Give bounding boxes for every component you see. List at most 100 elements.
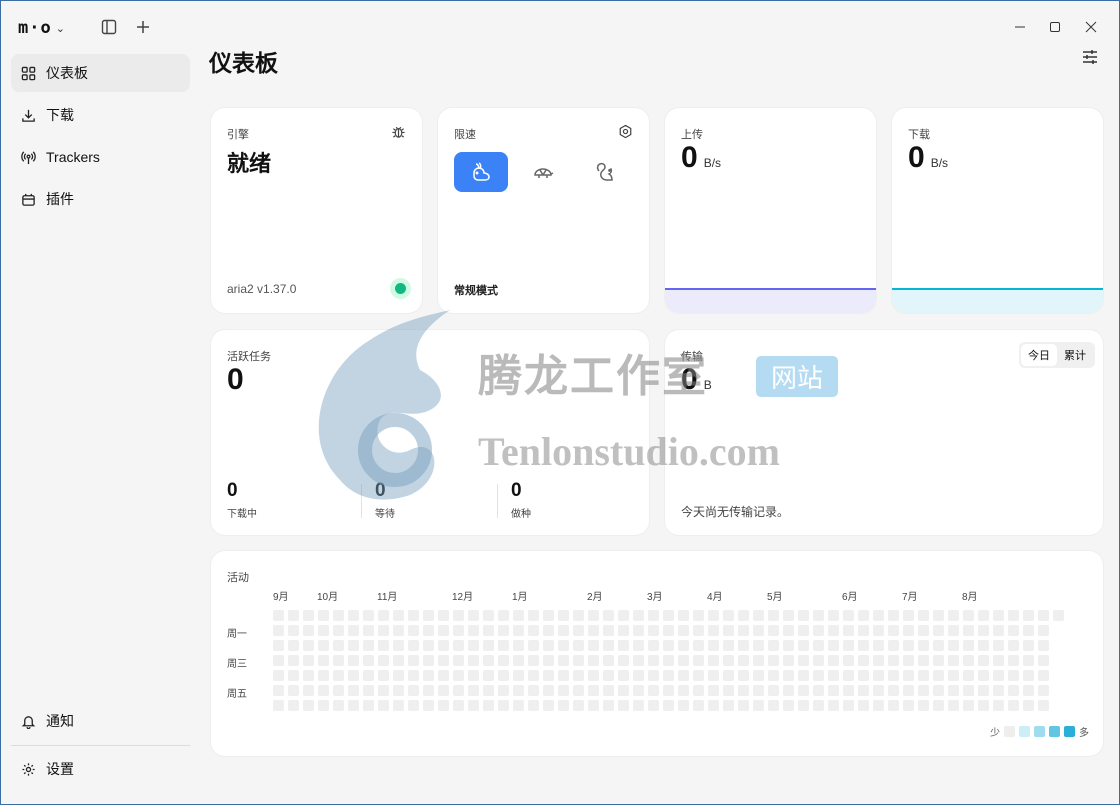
activity-cell <box>858 655 869 666</box>
activity-cell <box>798 640 809 651</box>
activity-cell <box>813 640 824 651</box>
activity-cell <box>513 685 524 696</box>
activity-cell <box>423 625 434 636</box>
activity-cell <box>723 655 734 666</box>
month-label: 5月 <box>767 592 783 603</box>
activity-cell <box>693 670 704 681</box>
activity-cell <box>1008 655 1019 666</box>
activity-cell <box>588 670 599 681</box>
customize-icon[interactable] <box>1081 48 1101 68</box>
activity-cell <box>678 655 689 666</box>
activity-cell <box>1008 670 1019 681</box>
activity-cell <box>273 655 284 666</box>
activity-cell <box>933 685 944 696</box>
activity-cell <box>393 610 404 621</box>
activity-cell <box>423 655 434 666</box>
activity-cell <box>273 640 284 651</box>
activity-cell <box>993 700 1004 711</box>
activity-cell <box>468 670 479 681</box>
activity-cell <box>498 655 509 666</box>
activity-cell <box>558 640 569 651</box>
activity-cell <box>783 655 794 666</box>
activity-cell <box>918 685 929 696</box>
activity-cell <box>423 670 434 681</box>
legend-swatch <box>1034 726 1045 737</box>
activity-cell <box>483 625 494 636</box>
activity-cell <box>813 610 824 621</box>
activity-cell <box>633 670 644 681</box>
activity-cell <box>903 655 914 666</box>
dashboard-icon <box>21 66 36 80</box>
sidebar-item-label: Trackers <box>46 149 100 165</box>
activity-cell <box>618 625 629 636</box>
activity-cell <box>273 700 284 711</box>
activity-cell <box>798 700 809 711</box>
activity-cell <box>273 670 284 681</box>
activity-cell <box>708 685 719 696</box>
activity-cell <box>528 655 539 666</box>
sidebar-item-dashboard[interactable]: 仪表板 <box>11 54 190 92</box>
sidebar-item-notifications[interactable]: 通知 <box>11 702 190 740</box>
transfer-empty-message: 今天尚无传输记录。 <box>681 505 790 519</box>
activity-cell <box>648 655 659 666</box>
activity-cell <box>288 670 299 681</box>
month-labels: 9月 10月 11月 12月 1月 2月 3月 4月 5月 6月 7月 8月 <box>273 588 1073 603</box>
speed-limit-label: 限速 <box>454 129 476 141</box>
download-card: 下载 0 B/s <box>892 108 1103 313</box>
activity-cell <box>393 670 404 681</box>
activity-cell <box>873 685 884 696</box>
activity-cell <box>1038 685 1049 696</box>
activity-cell <box>558 700 569 711</box>
sidebar-item-download[interactable]: 下载 <box>11 96 190 134</box>
download-label: 下载 <box>908 129 930 141</box>
activity-cell <box>813 625 824 636</box>
bug-icon[interactable] <box>391 124 406 139</box>
activity-cell <box>663 625 674 636</box>
sidebar-item-label: 下载 <box>46 107 74 123</box>
activity-cell <box>798 625 809 636</box>
activity-cell <box>453 625 464 636</box>
close-button[interactable] <box>1080 16 1102 38</box>
app-logo-menu[interactable]: m·o ⌄ <box>18 18 65 38</box>
activity-cell <box>408 685 419 696</box>
activity-cell <box>873 625 884 636</box>
add-icon[interactable] <box>133 17 153 37</box>
activity-cell <box>768 610 779 621</box>
activity-cell <box>768 700 779 711</box>
activity-cell <box>303 670 314 681</box>
activity-cell <box>753 625 764 636</box>
activity-cell <box>648 640 659 651</box>
sidebar-item-plugins[interactable]: 插件 <box>11 180 190 218</box>
sidebar-item-label: 通知 <box>46 713 74 729</box>
activity-cell <box>468 610 479 621</box>
activity-cell <box>303 625 314 636</box>
activity-cell <box>573 670 584 681</box>
tab-today[interactable]: 今日 <box>1021 344 1057 366</box>
mode-turtle-button[interactable] <box>516 152 570 192</box>
activity-cell <box>783 610 794 621</box>
sidebar-item-settings[interactable]: 设置 <box>11 750 190 788</box>
mode-rabbit-button[interactable] <box>454 152 508 192</box>
activity-cell <box>528 685 539 696</box>
settings-icon[interactable] <box>618 124 633 139</box>
squirrel-icon <box>596 162 613 181</box>
activity-cell <box>603 700 614 711</box>
activity-cell <box>588 640 599 651</box>
activity-cell <box>348 670 359 681</box>
minimize-button[interactable] <box>1009 16 1031 38</box>
activity-cell <box>1008 625 1019 636</box>
activity-cell <box>783 670 794 681</box>
activity-cell <box>828 625 839 636</box>
sidebar-item-trackers[interactable]: Trackers <box>11 138 190 176</box>
tab-total[interactable]: 累计 <box>1057 344 1093 366</box>
activity-cell <box>828 640 839 651</box>
mode-squirrel-button[interactable] <box>578 152 632 192</box>
activity-cell <box>453 640 464 651</box>
maximize-button[interactable] <box>1044 16 1066 38</box>
activity-cell <box>918 610 929 621</box>
activity-cell <box>1008 700 1019 711</box>
sidebar-toggle-icon[interactable] <box>99 17 119 37</box>
activity-cell <box>633 685 644 696</box>
activity-cell <box>813 655 824 666</box>
activity-cell <box>753 670 764 681</box>
